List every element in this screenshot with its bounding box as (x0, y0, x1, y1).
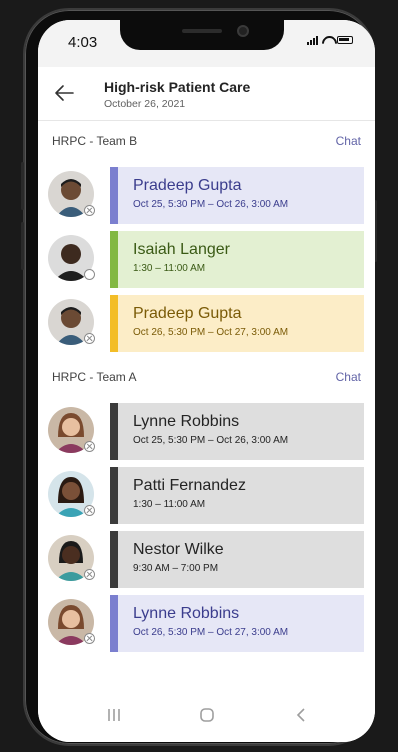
home-icon[interactable] (199, 707, 215, 723)
chat-link[interactable]: Chat (336, 134, 361, 148)
shift-time: 1:30 – 11:00 AM (133, 499, 206, 510)
system-nav-bar (38, 696, 375, 742)
speaker-grill (182, 29, 222, 33)
shift-card[interactable]: Lynne Robbins Oct 26, 5:30 PM – Oct 27, … (110, 595, 364, 652)
shift-row[interactable]: Patti Fernandez 1:30 – 11:00 AM (38, 467, 375, 524)
status-time: 4:03 (68, 34, 98, 51)
presence-offline-icon (84, 505, 95, 516)
shift-time: 1:30 – 11:00 AM (133, 263, 206, 274)
shift-row[interactable]: Nestor Wilke 9:30 AM – 7:00 PM (38, 531, 375, 588)
section-header-team-a: HRPC - Team A Chat (38, 366, 375, 388)
page-header: High-risk Patient Care October 26, 2021 (38, 67, 375, 121)
shift-time: Oct 25, 5:30 PM – Oct 26, 3:00 AM (133, 199, 289, 210)
shift-row[interactable]: Pradeep Gupta Oct 25, 5:30 PM – Oct 26, … (38, 167, 375, 224)
shift-card[interactable]: Pradeep Gupta Oct 26, 5:30 PM – Oct 27, … (110, 295, 364, 352)
shift-card[interactable]: Patti Fernandez 1:30 – 11:00 AM (110, 467, 364, 524)
status-bar: 4:03 (38, 20, 375, 67)
shift-name: Pradeep Gupta (133, 305, 242, 322)
shift-time: Oct 26, 5:30 PM – Oct 27, 3:00 AM (133, 627, 289, 638)
shift-name: Pradeep Gupta (133, 177, 242, 194)
presence-offline-icon (84, 569, 95, 580)
section-title: HRPC - Team A (52, 370, 137, 384)
signal-icon (307, 35, 318, 45)
presence-offline-icon (84, 333, 95, 344)
wifi-icon (322, 36, 333, 45)
back-arrow-icon[interactable] (52, 81, 76, 105)
shift-name: Patti Fernandez (133, 477, 246, 494)
presence-unknown-icon (84, 269, 95, 280)
battery-icon (337, 36, 353, 44)
volume-up-button (21, 162, 24, 210)
recent-apps-icon[interactable] (106, 707, 122, 723)
volume-down-button (21, 222, 24, 270)
section-title: HRPC - Team B (52, 134, 138, 148)
shift-row[interactable]: Lynne Robbins Oct 26, 5:30 PM – Oct 27, … (38, 595, 375, 652)
status-icons (307, 35, 353, 45)
presence-offline-icon (84, 441, 95, 452)
chat-link[interactable]: Chat (336, 370, 361, 384)
shift-row[interactable]: Lynne Robbins Oct 25, 5:30 PM – Oct 26, … (38, 403, 375, 460)
presence-offline-icon (84, 633, 95, 644)
app-screen: 4:03 High-risk Patient Care October 26, … (38, 20, 375, 742)
shift-card[interactable]: Isaiah Langer 1:30 – 11:00 AM (110, 231, 364, 288)
shift-name: Lynne Robbins (133, 605, 240, 622)
back-nav-icon[interactable] (294, 707, 310, 723)
shift-name: Nestor Wilke (133, 541, 224, 558)
notch (120, 20, 284, 50)
shift-time: Oct 26, 5:30 PM – Oct 27, 3:00 AM (133, 327, 289, 338)
page-title: High-risk Patient Care (104, 79, 251, 95)
shift-name: Lynne Robbins (133, 413, 240, 430)
shift-time: 9:30 AM – 7:00 PM (133, 563, 219, 574)
presence-offline-icon (84, 205, 95, 216)
shift-row[interactable]: Pradeep Gupta Oct 26, 5:30 PM – Oct 27, … (38, 295, 375, 352)
shift-time: Oct 25, 5:30 PM – Oct 26, 3:00 AM (133, 435, 289, 446)
shift-card[interactable]: Nestor Wilke 9:30 AM – 7:00 PM (110, 531, 364, 588)
shift-card[interactable]: Pradeep Gupta Oct 25, 5:30 PM – Oct 26, … (110, 167, 364, 224)
shift-card[interactable]: Lynne Robbins Oct 25, 5:30 PM – Oct 26, … (110, 403, 364, 460)
shift-name: Isaiah Langer (133, 241, 230, 258)
front-camera (237, 25, 249, 37)
section-header-team-b: HRPC - Team B Chat (38, 130, 375, 152)
page-date: October 26, 2021 (104, 98, 186, 110)
shift-row[interactable]: Isaiah Langer 1:30 – 11:00 AM (38, 231, 375, 288)
